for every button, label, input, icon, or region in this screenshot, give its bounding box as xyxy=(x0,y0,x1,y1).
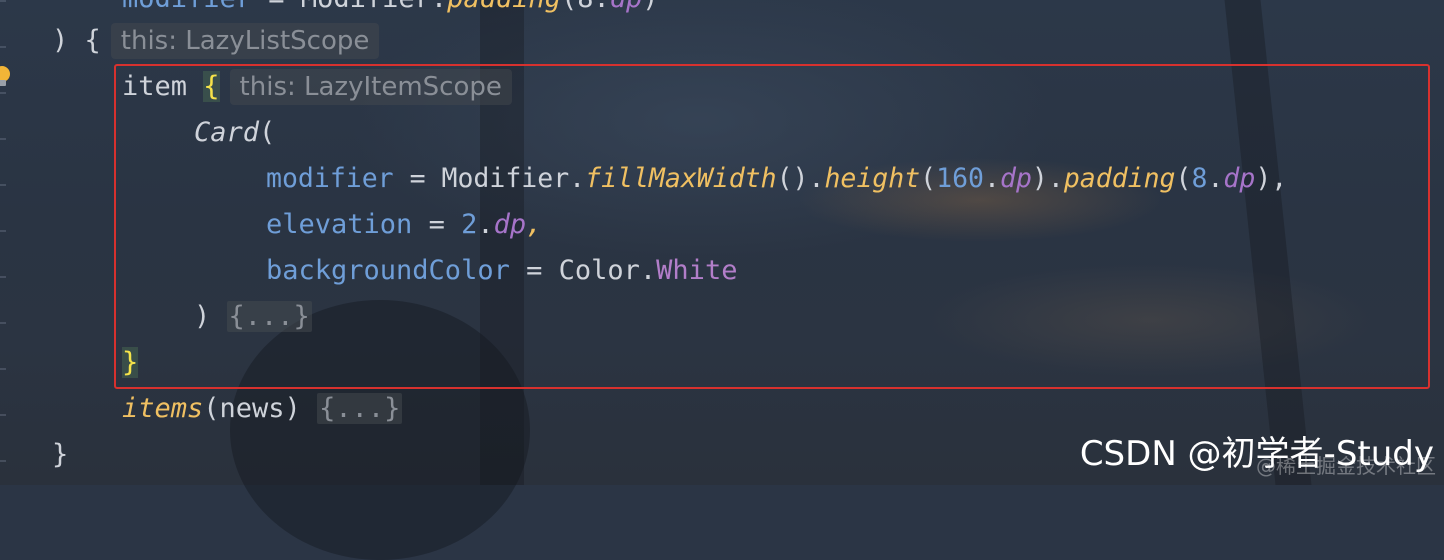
code-line[interactable]: ) { this: LazyListScope xyxy=(52,18,380,64)
code-token: } xyxy=(52,439,69,470)
code-token: ) { xyxy=(52,25,101,56)
watermark: CSDN @初学者-Study xyxy=(1079,434,1434,474)
code-line[interactable]: items(news) {...} xyxy=(122,386,403,432)
folded-code-region[interactable]: {...} xyxy=(317,393,403,424)
code-token: ) xyxy=(642,0,658,14)
code-token: padding xyxy=(447,0,561,14)
code-token: (8. xyxy=(561,0,610,14)
code-line[interactable]: } xyxy=(52,432,68,478)
highlight-annotation-box xyxy=(114,64,1430,389)
inlay-hint: this: LazyListScope xyxy=(110,23,380,59)
code-token: items xyxy=(122,393,204,424)
code-token: dp xyxy=(610,0,643,14)
code-token: modifier xyxy=(122,0,252,14)
code-token: = xyxy=(252,0,301,14)
code-token: (news) xyxy=(203,393,301,424)
code-token: Modifier. xyxy=(301,0,447,14)
